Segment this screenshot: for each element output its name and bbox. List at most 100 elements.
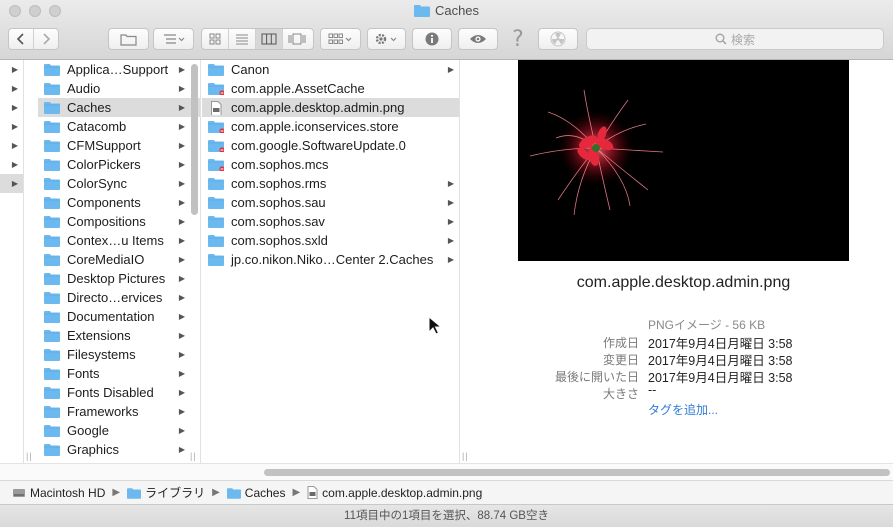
list-view-button[interactable] (229, 29, 256, 49)
disclosure-arrow-icon: ▶ (178, 179, 185, 188)
horizontal-scroll-thumb[interactable] (264, 469, 890, 476)
column-view-button[interactable] (256, 29, 283, 49)
help-button[interactable]: ? (508, 27, 528, 52)
list-item[interactable]: Catacomb ▶ (38, 117, 200, 136)
horizontal-scrollbar[interactable] (0, 463, 893, 480)
path-item-caches[interactable]: Caches (226, 485, 286, 500)
column-resize-handle[interactable]: || (26, 451, 33, 461)
path-item-label: Caches (244, 485, 286, 500)
icon-view-icon (209, 33, 221, 45)
gear-icon (375, 33, 396, 45)
list-item[interactable]: com.sophos.sxld ▶ (202, 231, 459, 250)
disclosure-arrow-icon: ▶ (447, 236, 454, 245)
list-item[interactable]: ▶ (0, 98, 23, 117)
list-item[interactable]: com.apple.iconservices.store (202, 117, 459, 136)
list-item[interactable]: ColorPickers ▶ (38, 155, 200, 174)
list-item[interactable]: Audio ▶ (38, 79, 200, 98)
item-name: Compositions (67, 214, 146, 229)
get-info-button[interactable] (412, 28, 452, 50)
list-item[interactable]: Fonts ▶ (38, 364, 200, 383)
new-folder-button[interactable] (108, 28, 149, 50)
list-item[interactable]: Compositions ▶ (38, 212, 200, 231)
action-button[interactable] (367, 28, 406, 50)
list-item[interactable]: Graphics ▶ (38, 440, 200, 459)
list-item[interactable]: Frameworks ▶ (38, 402, 200, 421)
folder-icon (44, 178, 60, 190)
preview-pane: com.apple.desktop.admin.png PNGイメージ - 56… (474, 60, 893, 463)
list-item[interactable]: Caches ▶ (38, 98, 200, 117)
disclosure-arrow-icon: ▶ (11, 84, 18, 93)
item-name: com.sophos.rms (231, 176, 327, 191)
list-item[interactable]: ColorSync ▶ (38, 174, 200, 193)
item-name: com.apple.AssetCache (231, 81, 365, 96)
folder-icon (44, 406, 60, 418)
list-item[interactable]: Google ▶ (38, 421, 200, 440)
folder-icon (44, 311, 60, 323)
icon-view-button[interactable] (202, 29, 229, 49)
forward-button[interactable] (34, 29, 58, 49)
list-item[interactable]: CFMSupport ▶ (38, 136, 200, 155)
search-placeholder: 検索 (730, 32, 755, 47)
list-item[interactable]: Components ▶ (38, 193, 200, 212)
arrange-button[interactable] (320, 28, 361, 50)
path-item-library[interactable]: ライブラリ (127, 484, 205, 501)
column-resize-handle[interactable]: || (462, 451, 469, 461)
list-item[interactable]: com.sophos.rms ▶ (202, 174, 459, 193)
list-item[interactable]: CoreMediaIO ▶ (38, 250, 200, 269)
quick-look-button[interactable] (458, 28, 498, 50)
list-item[interactable]: Canon ▶ (202, 60, 459, 79)
list-item[interactable]: com.apple.AssetCache (202, 79, 459, 98)
disclosure-arrow-icon: ▶ (178, 369, 185, 378)
disclosure-arrow-icon: ▶ (178, 122, 185, 131)
list-item-selected[interactable]: ▶ (0, 174, 23, 193)
list-item[interactable]: ▶ (0, 155, 23, 174)
sophos-button[interactable] (538, 28, 578, 50)
list-item[interactable]: com.sophos.sau ▶ (202, 193, 459, 212)
path-item-label: ライブラリ (145, 486, 206, 500)
list-item[interactable]: jp.co.nikon.Niko…Center 2.Caches ▶ (202, 250, 459, 269)
folder-icon (44, 159, 60, 171)
add-tags-link[interactable]: タグを追加... (648, 401, 718, 418)
list-menu-button[interactable] (153, 28, 194, 50)
path-item-file[interactable]: com.apple.desktop.admin.png (307, 486, 482, 500)
created-label: 作成日 (602, 336, 639, 350)
path-item-macintosh-hd[interactable]: Macintosh HD (12, 486, 105, 500)
disclosure-arrow-icon: ▶ (11, 122, 18, 131)
cover-flow-button[interactable] (283, 29, 310, 49)
disclosure-arrow-icon: ▶ (178, 312, 185, 321)
list-item[interactable]: Directo…ervices ▶ (38, 288, 200, 307)
folder-icon (44, 349, 60, 361)
column-resize-handle[interactable]: || (190, 451, 197, 461)
list-item[interactable]: Extensions ▶ (38, 326, 200, 345)
disclosure-arrow-icon: ▶ (447, 179, 454, 188)
column-2[interactable]: Applica…Support ▶ Audio ▶ Caches ▶ Catacomb ▶ CF… (38, 60, 201, 463)
list-item[interactable]: com.google.SoftwareUpdate.0 (202, 136, 459, 155)
disclosure-arrow-icon: ▶ (178, 255, 185, 264)
dimensions-value: -- (648, 383, 657, 397)
column-3[interactable]: Canon ▶ com.apple.AssetCache com.apple.desk… (202, 60, 460, 463)
list-item[interactable]: com.sophos.sav ▶ (202, 212, 459, 231)
back-button[interactable] (9, 29, 34, 49)
forward-icon (43, 33, 50, 45)
item-name: CoreMediaIO (67, 252, 145, 267)
list-item[interactable]: Fonts Disabled ▶ (38, 383, 200, 402)
list-item[interactable]: ▶ (0, 117, 23, 136)
column-1[interactable]: ▶ ▶ ▶ ▶ ▶ ▶ ▶ (0, 60, 24, 463)
list-item[interactable]: com.sophos.mcs (202, 155, 459, 174)
list-item[interactable]: Documentation ▶ (38, 307, 200, 326)
path-separator-icon: ▶ (212, 487, 220, 498)
list-item[interactable]: ▶ (0, 136, 23, 155)
folder-icon (208, 254, 224, 266)
item-name: CFMSupport (67, 138, 141, 153)
list-item[interactable]: ▶ (0, 79, 23, 98)
folder-icon (44, 330, 60, 342)
list-item[interactable]: com.apple.desktop.admin.png (202, 98, 459, 117)
search-field[interactable]: 検索 (586, 28, 884, 50)
column-2-scrollbar[interactable] (191, 64, 198, 215)
list-item[interactable]: Filesystems ▶ (38, 345, 200, 364)
list-item[interactable]: Desktop Pictures ▶ (38, 269, 200, 288)
hard-drive-icon (13, 488, 25, 497)
list-item[interactable]: Applica…Support ▶ (38, 60, 200, 79)
list-item[interactable]: Contex…u Items ▶ (38, 231, 200, 250)
list-item[interactable]: ▶ (0, 60, 23, 79)
